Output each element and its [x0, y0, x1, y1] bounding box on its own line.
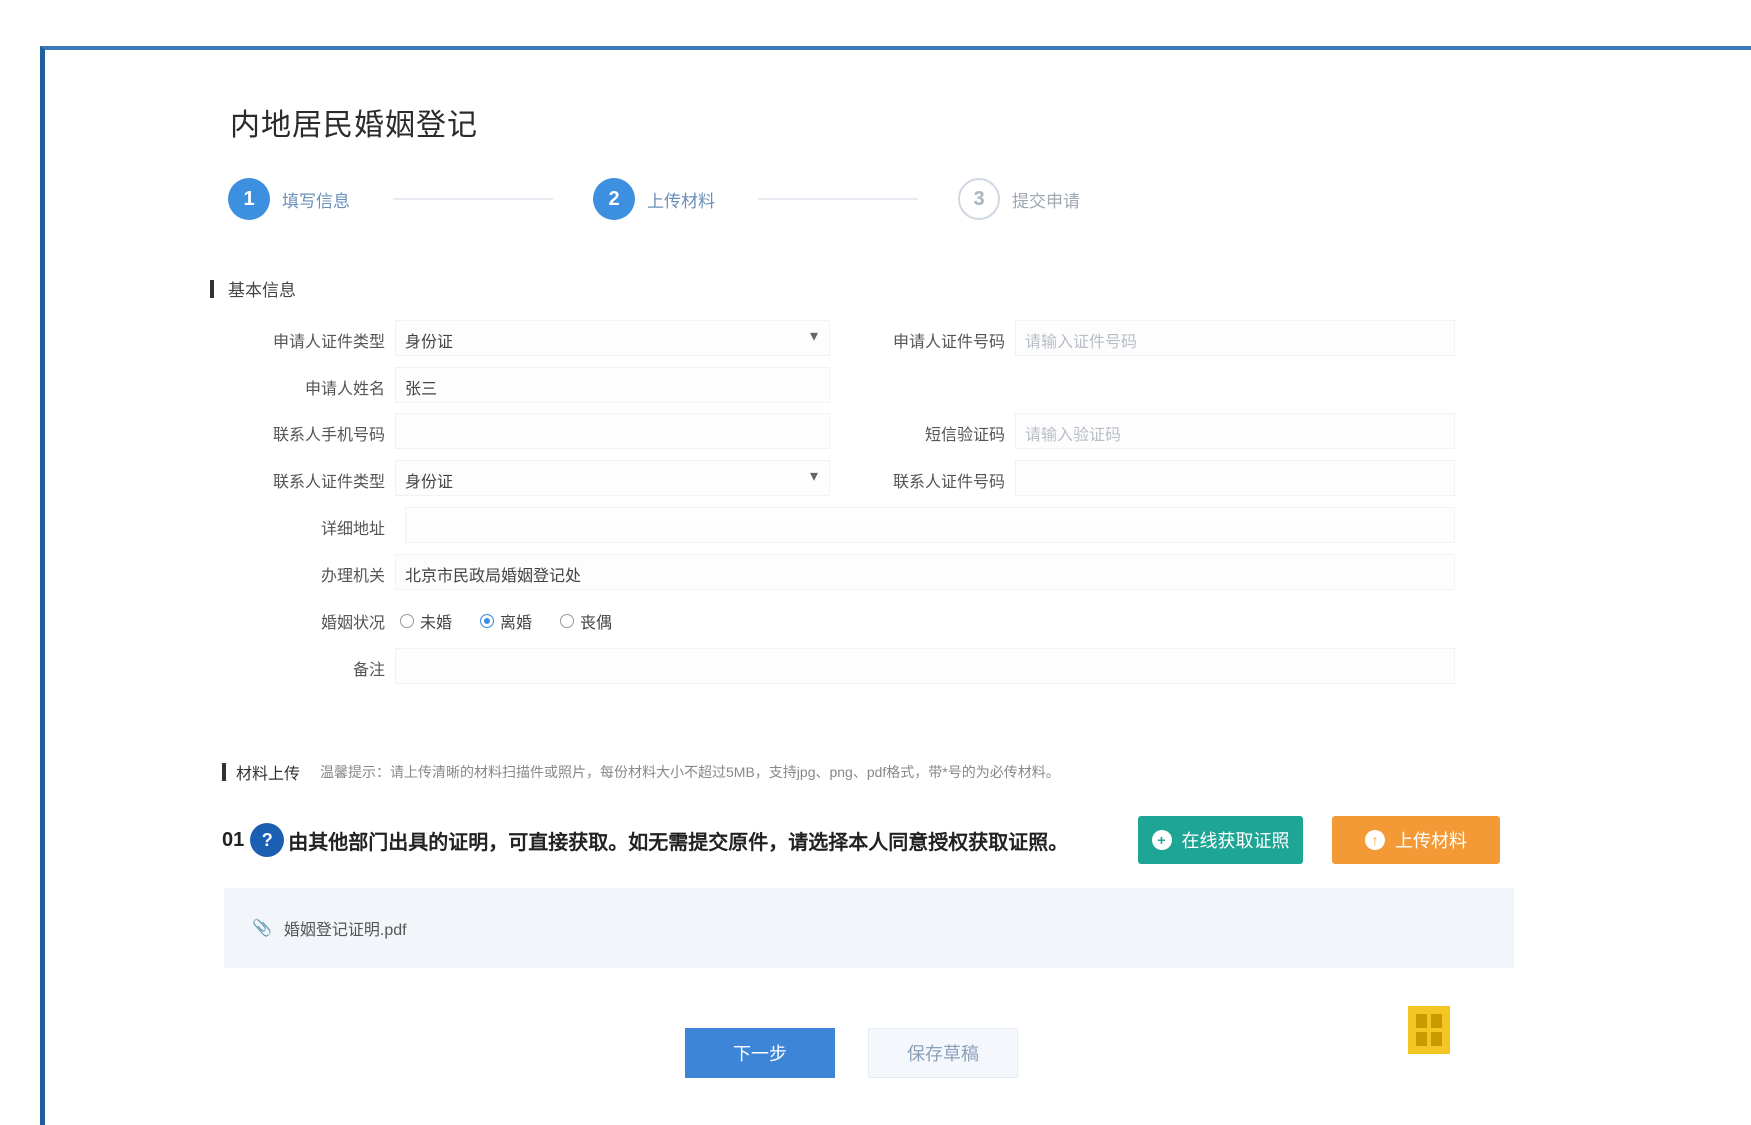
- materials-header: 材料上传 温馨提示：请上传清晰的材料扫描件或照片，每份材料大小不超过5MB，支持…: [222, 760, 1342, 784]
- form-row: 联系人手机号码 短信验证码 请输入验证码: [220, 411, 1460, 451]
- plus-icon: +: [1151, 830, 1172, 850]
- applicant-name-input[interactable]: [395, 367, 830, 403]
- qr-cell: [1416, 1032, 1427, 1046]
- address-label: 详细地址: [320, 521, 385, 538]
- radio-icon: [400, 614, 414, 628]
- address-input[interactable]: [405, 507, 1455, 543]
- form-row: 详细地址: [220, 505, 1460, 545]
- applicant-phone-label: 联系人手机号码: [272, 427, 385, 444]
- section-bar: [210, 279, 214, 298]
- marital-label: 婚姻状况: [320, 615, 385, 632]
- radio-label: 丧偶: [580, 615, 613, 632]
- step-connector: [758, 198, 918, 200]
- contact-id-type-select[interactable]: [395, 460, 830, 496]
- section-basic-header: 基本信息: [210, 276, 296, 301]
- material-item: 01 ? 由其他部门出具的证明，可直接获取。如无需提交原件，请选择本人同意授权获…: [222, 810, 1512, 870]
- agency-value: 北京市民政局婚姻登记处: [405, 568, 582, 585]
- material-index: 01: [222, 828, 245, 851]
- step-2: 2 上传材料: [593, 178, 715, 220]
- applicant-phone-input[interactable]: [395, 413, 830, 449]
- step-1-label: 填写信息: [282, 191, 350, 211]
- radio-icon: [560, 614, 575, 628]
- applicant-id-type-value: 身份证: [405, 334, 454, 351]
- chevron-down-icon: ▾: [810, 468, 819, 485]
- form-row: 联系人证件类型 身份证 ▾ 联系人证件号码: [220, 458, 1460, 498]
- applicant-id-type-select[interactable]: [395, 320, 830, 356]
- step-connector: [393, 198, 553, 200]
- form-row: 办理机关 北京市民政局婚姻登记处: [220, 552, 1460, 592]
- phone-code-label: 短信验证码: [924, 427, 1005, 444]
- step-1: 1 填写信息: [228, 178, 350, 220]
- qr-cell: [1431, 1014, 1442, 1028]
- marital-radio-group: 未婚 离婚 丧偶: [400, 609, 612, 633]
- applicant-id-no-placeholder: 请输入证件号码: [1025, 334, 1138, 351]
- contact-id-type-value: 身份证: [405, 474, 454, 491]
- upload-icon: ↑: [1365, 830, 1385, 850]
- materials-title: 材料上传: [236, 766, 301, 783]
- remark-label: 备注: [352, 662, 385, 679]
- online-fetch-label: 在线获取证照: [1181, 831, 1290, 851]
- step-2-label: 上传材料: [647, 191, 715, 211]
- radio-option-divorced[interactable]: 离婚: [480, 609, 532, 633]
- form-row: 婚姻状况 未婚 离婚 丧偶: [220, 599, 1460, 639]
- radio-option-widowed[interactable]: 丧偶: [560, 609, 612, 633]
- remark-input[interactable]: [395, 648, 1455, 684]
- upload-label: 上传材料: [1395, 831, 1467, 851]
- upload-button[interactable]: ↑ 上传材料: [1332, 816, 1500, 864]
- radio-checked-icon: [480, 614, 495, 628]
- qr-cell: [1431, 1032, 1442, 1046]
- step-3-circle: 3: [958, 178, 1000, 220]
- uploaded-files-panel: 📎 婚姻登记证明.pdf: [224, 888, 1514, 968]
- applicant-name-label: 申请人姓名: [304, 381, 385, 398]
- form-row: 申请人证件类型 身份证 ▾ 申请人证件号码 请输入证件号码: [220, 318, 1460, 358]
- form-row: 申请人姓名 张三: [220, 365, 1460, 405]
- online-fetch-button[interactable]: + 在线获取证照: [1138, 816, 1303, 864]
- qr-code-icon[interactable]: [1408, 1006, 1450, 1054]
- qr-cell: [1416, 1014, 1427, 1028]
- radio-label: 未婚: [420, 615, 453, 632]
- uploaded-file[interactable]: 📎 婚姻登记证明.pdf: [252, 916, 407, 940]
- agency-label: 办理机关: [320, 568, 385, 585]
- step-2-circle: 2: [593, 178, 635, 220]
- step-3-label: 提交申请: [1012, 191, 1080, 211]
- attachment-icon: 📎: [252, 920, 272, 937]
- step-1-circle: 1: [228, 178, 270, 220]
- materials-note: 温馨提示：请上传清晰的材料扫描件或照片，每份材料大小不超过5MB，支持jpg、p…: [320, 764, 1060, 780]
- question-icon[interactable]: ?: [250, 823, 285, 857]
- contact-id-no-label: 联系人证件号码: [892, 474, 1005, 491]
- uploaded-file-name: 婚姻登记证明.pdf: [283, 922, 407, 939]
- contact-id-no-input[interactable]: [1015, 460, 1455, 496]
- save-draft-button[interactable]: 保存草稿: [868, 1028, 1018, 1078]
- progress-steps: 1 填写信息 2 上传材料 3 提交申请: [228, 178, 1128, 228]
- page-title: 内地居民婚姻登记: [230, 109, 478, 142]
- phone-code-placeholder: 请输入验证码: [1025, 427, 1122, 444]
- applicant-id-type-label: 申请人证件类型: [272, 334, 385, 351]
- radio-option-unmarried[interactable]: 未婚: [400, 609, 452, 633]
- next-step-button[interactable]: 下一步: [685, 1028, 835, 1078]
- applicant-id-no-label: 申请人证件号码: [892, 334, 1005, 351]
- chevron-down-icon: ▾: [810, 328, 819, 345]
- section-basic-title: 基本信息: [228, 281, 296, 300]
- form-row: 备注: [220, 646, 1460, 686]
- section-bar: [222, 763, 226, 781]
- material-text: 由其他部门出具的证明，可直接获取。如无需提交原件，请选择本人同意授权获取证照。: [288, 831, 1069, 854]
- step-3: 3 提交申请: [958, 178, 1080, 220]
- applicant-name-value: 张三: [405, 381, 438, 398]
- contact-id-type-label: 联系人证件类型: [272, 474, 385, 491]
- radio-label: 离婚: [500, 615, 533, 632]
